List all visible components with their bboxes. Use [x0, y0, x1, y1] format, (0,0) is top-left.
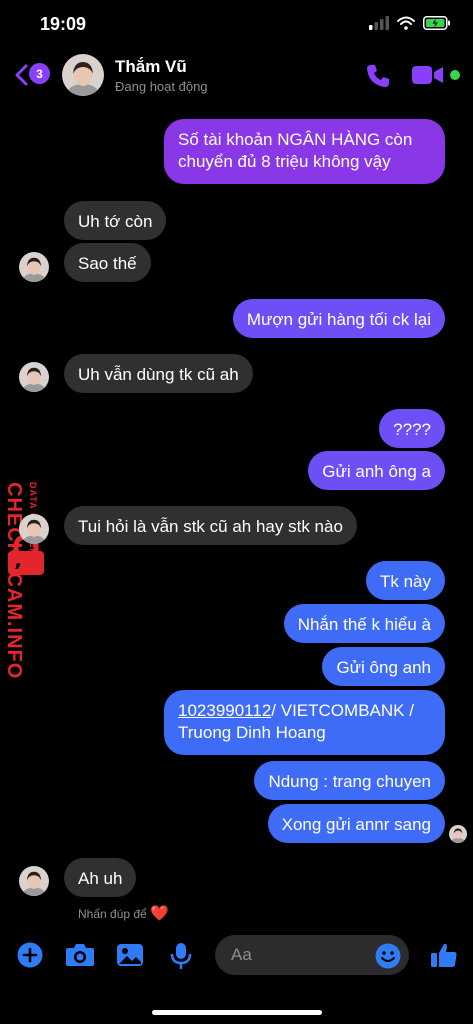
status-bar: 19:09: [0, 0, 473, 50]
composer-bar: [0, 930, 473, 986]
wifi-icon: [397, 16, 415, 30]
contact-avatar-small: [19, 866, 49, 896]
unread-count-badge[interactable]: 3: [29, 63, 50, 84]
message-text: Tui hỏi là vẫn stk cũ ah hay stk nào: [78, 517, 343, 536]
message-text: Tk này: [379, 572, 431, 591]
cellular-signal-icon: [369, 16, 389, 30]
message-bubble-incoming[interactable]: Ah uh: [64, 858, 137, 897]
message-text: Truong Dinh Hoang: [178, 723, 326, 742]
camera-icon[interactable]: [65, 942, 95, 968]
heart-icon[interactable]: ❤️: [150, 905, 169, 922]
emoji-icon[interactable]: [375, 943, 401, 969]
home-indicator: [152, 1010, 322, 1015]
message-bubble-incoming[interactable]: Tui hỏi là vẫn stk cũ ah hay stk nào: [64, 506, 357, 545]
contact-avatar[interactable]: [62, 54, 104, 96]
message-bubble-outgoing[interactable]: Gửi anh ông a: [308, 451, 445, 490]
reaction-hint: Nhấn đúp để ❤️: [78, 904, 169, 922]
phone-icon[interactable]: [365, 63, 391, 89]
message-bubble-outgoing[interactable]: 1023990112/ VIETCOMBANK / Truong Dinh Ho…: [164, 690, 445, 755]
system-icons: [369, 16, 451, 30]
message-bubble-outgoing[interactable]: Ndung : trang chuyen: [254, 761, 445, 800]
status-time: 19:09: [40, 14, 87, 34]
message-bubble-outgoing[interactable]: ????: [379, 409, 445, 448]
reaction-hint-text: Nhấn đúp để: [78, 907, 147, 921]
account-number-link[interactable]: 1023990112: [178, 701, 271, 720]
message-bubble-outgoing[interactable]: Mượn gửi hàng tối ck lại: [232, 299, 445, 338]
message-text: Uh vẫn dùng tk cũ ah: [78, 365, 239, 384]
message-bubble-outgoing[interactable]: Gửi ông anh: [322, 647, 445, 686]
message-text: Số tài khoản NGÂN HÀNG còn chuyển đủ 8 t…: [178, 130, 413, 171]
chat-header: 3 Thắm Vũ Đang hoạt động: [0, 50, 473, 102]
contact-avatar-small: [19, 362, 49, 392]
contact-avatar-small: [19, 514, 49, 544]
message-bubble-incoming[interactable]: Uh vẫn dùng tk cũ ah: [64, 354, 253, 393]
contact-avatar-small: [19, 252, 49, 282]
message-text: Ah uh: [78, 869, 123, 888]
message-text: / VIETCOMBANK /: [271, 701, 414, 720]
message-text: Sao thế: [78, 254, 137, 273]
seen-avatar: [449, 825, 467, 843]
message-bubble-outgoing[interactable]: Số tài khoản NGÂN HÀNG còn chuyển đủ 8 t…: [164, 119, 445, 184]
message-text: Uh tớ còn: [78, 212, 153, 231]
message-text: Mượn gửi hàng tối ck lại: [246, 310, 431, 329]
message-text: Gửi anh ông a: [322, 462, 431, 481]
watermark-text: CHECKSCAM.INFO: [3, 482, 25, 680]
contact-status: Đang hoạt động: [115, 79, 208, 94]
plus-icon[interactable]: [17, 942, 43, 968]
message-bubble-incoming[interactable]: Sao thế: [64, 243, 151, 282]
contact-name[interactable]: Thắm Vũ: [115, 57, 187, 77]
microphone-icon[interactable]: [170, 942, 192, 970]
message-text: Nhắn thế k hiểu à: [297, 615, 431, 634]
thumbs-up-icon[interactable]: [430, 941, 458, 969]
message-text: Gửi ông anh: [336, 658, 431, 677]
image-icon[interactable]: [116, 942, 144, 968]
message-text: Xong gửi annr sang: [281, 815, 431, 834]
message-text: Ndung : trang chuyen: [268, 772, 431, 791]
video-camera-icon[interactable]: [412, 64, 444, 86]
message-bubble-outgoing[interactable]: Nhắn thế k hiểu à: [283, 604, 445, 643]
battery-icon: [423, 16, 450, 30]
back-chevron-icon[interactable]: [14, 64, 28, 86]
online-status-dot: [450, 70, 460, 80]
message-text: ????: [393, 420, 431, 439]
message-bubble-incoming[interactable]: Uh tớ còn: [64, 201, 167, 240]
message-bubble-outgoing[interactable]: Tk này: [365, 561, 445, 600]
message-bubble-outgoing[interactable]: Xong gửi annr sang: [267, 804, 445, 843]
